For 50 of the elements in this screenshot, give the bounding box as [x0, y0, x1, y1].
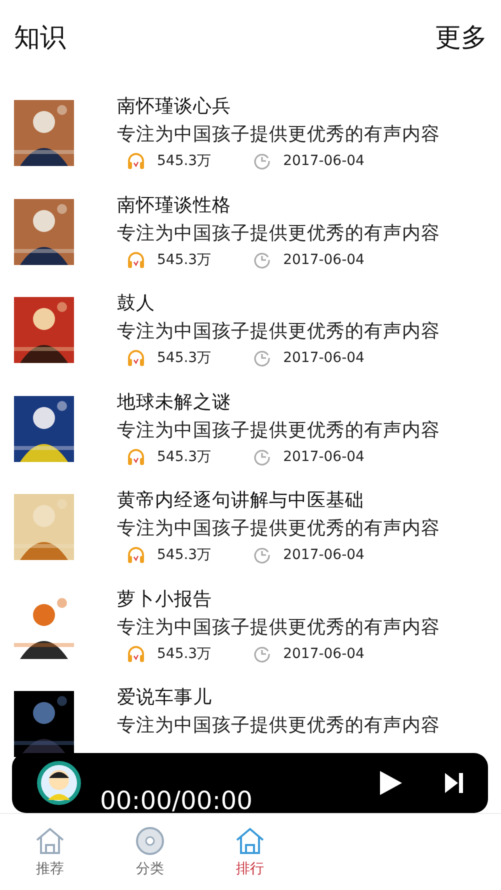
section-title: 知识	[14, 22, 66, 55]
headphones-icon	[127, 250, 145, 268]
publish-date: 2017-06-04	[283, 448, 364, 464]
headphones-icon	[127, 644, 145, 662]
play-count: 545.3万	[157, 152, 212, 170]
nav-tab[interactable]: 排行	[200, 814, 300, 890]
item-description: 专注为中国孩子提供更优秀的有声内容	[117, 616, 440, 640]
publish-date: 2017-06-04	[283, 547, 364, 563]
item-description: 专注为中国孩子提供更优秀的有声内容	[117, 418, 440, 442]
clock-icon	[253, 546, 272, 564]
publish-date: 2017-06-04	[283, 350, 364, 366]
publish-date: 2017-06-04	[283, 646, 364, 662]
home-icon	[34, 826, 66, 856]
clock-icon	[253, 250, 272, 268]
skip-next-icon[interactable]	[444, 772, 464, 794]
nav-tab[interactable]: 推荐	[0, 814, 100, 890]
publish-date: 2017-06-04	[283, 252, 364, 268]
play-count: 545.3万	[157, 644, 212, 662]
clock-icon	[253, 152, 272, 170]
item-description: 专注为中国孩子提供更优秀的有声内容	[117, 320, 440, 344]
headphones-icon	[127, 152, 145, 170]
play-count: 545.3万	[157, 546, 212, 564]
item-description: 专注为中国孩子提供更优秀的有声内容	[117, 714, 440, 738]
headphones-icon	[127, 349, 145, 367]
play-count: 545.3万	[157, 448, 212, 466]
item-title[interactable]: 黄帝内经逐句讲解与中医基础	[117, 488, 440, 514]
avatar-icon	[36, 760, 82, 806]
item-title[interactable]: 鼓人	[117, 291, 440, 317]
publish-date: 2017-06-04	[283, 153, 364, 169]
play-count: 545.3万	[157, 349, 212, 367]
clock-icon	[253, 644, 272, 662]
item-title[interactable]: 南怀瑾谈性格	[117, 192, 440, 218]
item-title[interactable]: 地球未解之谜	[117, 390, 440, 416]
item-title[interactable]: 南怀瑾谈心兵	[117, 94, 440, 120]
clock-icon	[253, 448, 272, 466]
clock-icon	[253, 349, 272, 367]
item-title[interactable]: 爱说车事儿	[117, 685, 440, 711]
play-icon[interactable]	[378, 769, 404, 797]
disc-icon	[134, 826, 166, 856]
item-description: 专注为中国孩子提供更优秀的有声内容	[117, 517, 440, 541]
headphones-icon	[127, 448, 145, 466]
playback-time: 00:00/00:00	[100, 786, 253, 815]
more-link[interactable]: 更多	[435, 20, 487, 55]
item-title[interactable]: 萝卜小报告	[117, 586, 440, 612]
play-count: 545.3万	[157, 250, 212, 268]
item-description: 专注为中国孩子提供更优秀的有声内容	[117, 123, 440, 147]
home-icon	[234, 826, 266, 856]
headphones-icon	[127, 546, 145, 564]
item-description: 专注为中国孩子提供更优秀的有声内容	[117, 222, 440, 246]
nav-tab[interactable]: 分类	[100, 814, 200, 890]
